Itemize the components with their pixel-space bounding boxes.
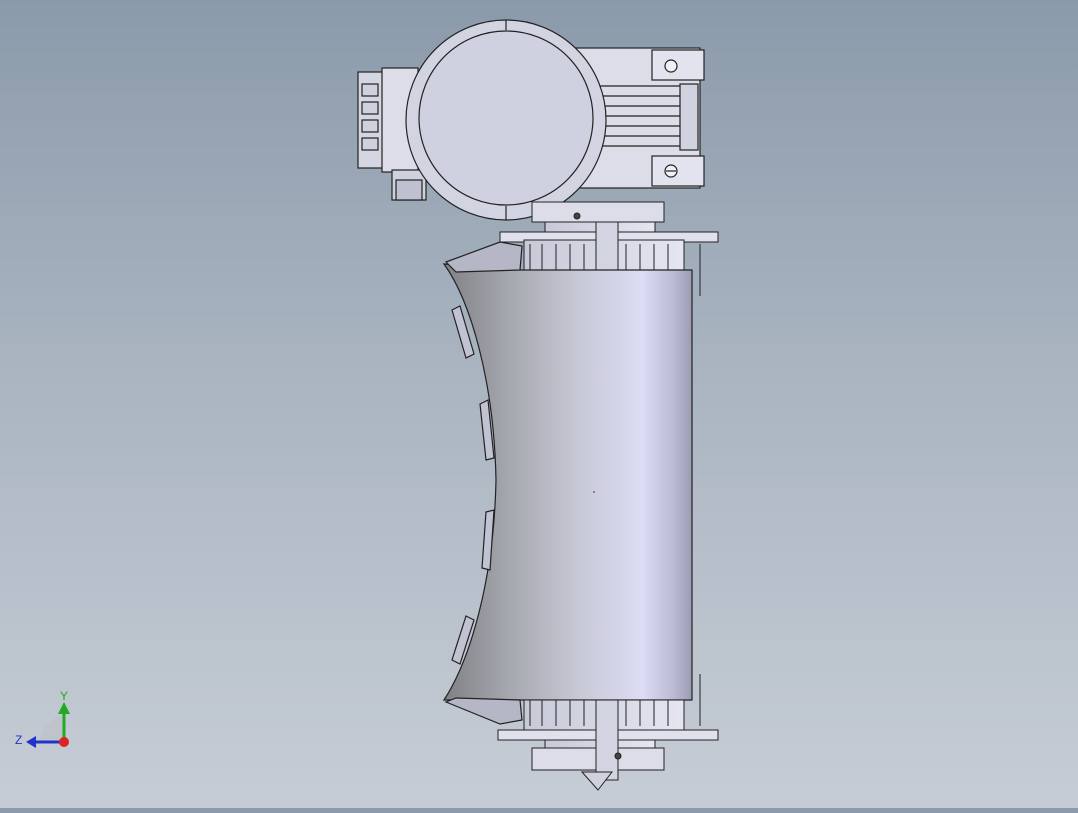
motor-end-cap: [405, 19, 607, 221]
triad-z-label: Z: [15, 733, 22, 747]
model-canvas[interactable]: Y Z: [0, 0, 1078, 808]
x-axis-dot: [59, 737, 69, 747]
graphics-viewport[interactable]: Y Z: [0, 0, 1078, 808]
roller-drum[interactable]: [442, 241, 693, 725]
view-orientation-triad-icon[interactable]: Y Z: [15, 689, 70, 748]
triad-y-label: Y: [60, 689, 68, 703]
gearmotor[interactable]: [357, 19, 705, 221]
